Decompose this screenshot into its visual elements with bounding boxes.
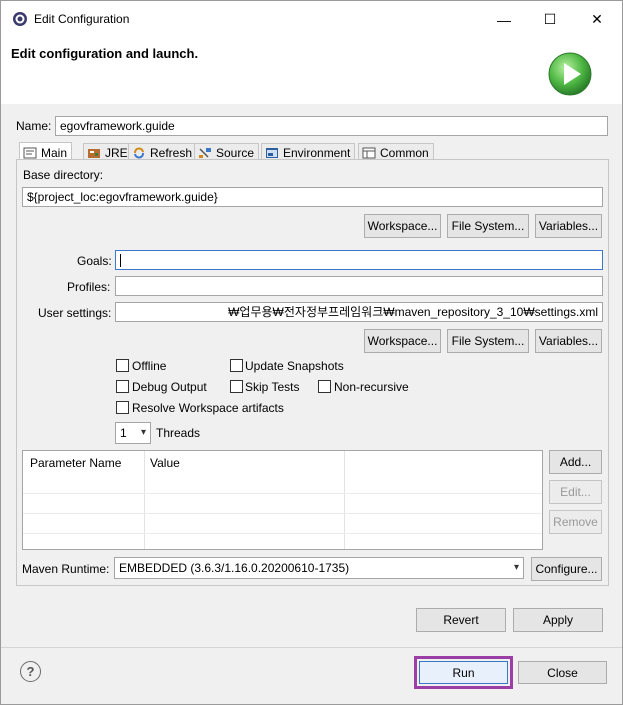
- dialog-header: Edit configuration and launch.: [1, 38, 622, 104]
- goals-field[interactable]: [115, 250, 603, 270]
- name-field[interactable]: egovframework.guide: [55, 116, 608, 136]
- maximize-button[interactable]: ☐: [527, 1, 573, 38]
- debug-output-label: Debug Output: [132, 380, 207, 394]
- apply-button[interactable]: Apply: [513, 608, 603, 632]
- maximize-icon: ☐: [543, 11, 557, 27]
- edit-configuration-dialog: Edit Configuration — ☐ ✕ Edit configurat…: [0, 0, 623, 705]
- profiles-label: Profiles:: [67, 280, 111, 294]
- non-recursive-label: Non-recursive: [334, 380, 409, 394]
- common-icon: [362, 147, 376, 159]
- resolve-workspace-checkbox[interactable]: [116, 401, 129, 414]
- offline-label: Offline: [132, 359, 167, 373]
- update-snapshots-label: Update Snapshots: [245, 359, 344, 373]
- maven-runtime-select[interactable]: EMBEDDED (3.6.3/1.16.0.20200610-1735) ▾: [114, 557, 524, 579]
- minimize-button[interactable]: —: [481, 1, 527, 38]
- configure-button[interactable]: Configure...: [531, 557, 602, 581]
- header-title: Edit configuration and launch.: [11, 46, 199, 61]
- window-title: Edit Configuration: [34, 12, 130, 26]
- row-divider: [23, 493, 542, 494]
- close-icon: ✕: [591, 11, 603, 27]
- goals-label: Goals:: [77, 254, 112, 268]
- help-icon: ?: [26, 664, 35, 679]
- run-launch-icon: [547, 51, 593, 97]
- maven-runtime-label: Maven Runtime:: [22, 562, 110, 576]
- minimize-icon: —: [497, 11, 511, 28]
- jre-icon: [87, 147, 101, 159]
- update-snapshots-checkbox[interactable]: [230, 359, 243, 372]
- environment-icon: [265, 147, 279, 159]
- user-settings-field[interactable]: ₩업무용₩전자정부프레임워크₩maven_repository_3_10₩set…: [115, 302, 603, 322]
- eclipse-app-icon: [12, 11, 28, 27]
- source-icon: [198, 147, 212, 159]
- name-label: Name:: [16, 119, 52, 133]
- remove-parameter-button[interactable]: Remove: [549, 510, 602, 534]
- profiles-field[interactable]: [115, 276, 603, 296]
- resolve-workspace-label: Resolve Workspace artifacts: [132, 401, 284, 415]
- offline-checkbox[interactable]: [116, 359, 129, 372]
- column-divider: [144, 451, 145, 549]
- add-parameter-button[interactable]: Add...: [549, 450, 602, 474]
- workspace-button-2[interactable]: Workspace...: [364, 329, 441, 353]
- skip-tests-label: Skip Tests: [245, 380, 300, 394]
- main-tab-icon: [23, 147, 37, 159]
- maven-runtime-value: EMBEDDED (3.6.3/1.16.0.20200610-1735): [119, 561, 350, 575]
- threads-select[interactable]: 1 ▾: [115, 422, 151, 444]
- workspace-button[interactable]: Workspace...: [364, 214, 441, 238]
- threads-label: Threads: [156, 426, 201, 440]
- text-cursor: [120, 254, 121, 267]
- tab-environment-label: Environment: [283, 146, 351, 160]
- file-system-button-2[interactable]: File System...: [447, 329, 529, 353]
- row-divider: [23, 533, 542, 534]
- chevron-down-icon: ▾: [513, 562, 519, 573]
- run-button[interactable]: Run: [419, 661, 508, 684]
- base-directory-field[interactable]: ${project_loc:egovframework.guide}: [22, 187, 603, 207]
- file-system-button[interactable]: File System...: [447, 214, 529, 238]
- chevron-down-icon: ▾: [140, 427, 146, 438]
- close-window-button[interactable]: ✕: [574, 1, 620, 38]
- non-recursive-checkbox[interactable]: [318, 380, 331, 393]
- tab-jre-label: JRE: [105, 146, 128, 160]
- revert-button[interactable]: Revert: [416, 608, 506, 632]
- tab-source-label: Source: [216, 146, 255, 160]
- help-button[interactable]: ?: [20, 661, 41, 682]
- column-divider: [344, 451, 345, 549]
- tab-refresh-label: Refresh: [150, 146, 193, 160]
- variables-button[interactable]: Variables...: [535, 214, 602, 238]
- user-settings-label: User settings:: [38, 306, 112, 320]
- variables-button-2[interactable]: Variables...: [535, 329, 602, 353]
- parameters-table[interactable]: Parameter Name Value: [22, 450, 543, 550]
- threads-value: 1: [120, 426, 127, 440]
- edit-parameter-button[interactable]: Edit...: [549, 480, 602, 504]
- debug-output-checkbox[interactable]: [116, 380, 129, 393]
- param-value-header: Value: [150, 456, 180, 470]
- base-directory-label: Base directory:: [23, 168, 104, 182]
- title-bar: Edit Configuration — ☐ ✕: [1, 1, 622, 38]
- footer-separator: [1, 647, 622, 648]
- tab-main-label: Main: [41, 145, 68, 160]
- tab-common-label: Common: [380, 146, 429, 160]
- close-button[interactable]: Close: [518, 661, 607, 684]
- row-divider: [23, 513, 542, 514]
- skip-tests-checkbox[interactable]: [230, 380, 243, 393]
- refresh-icon: [132, 147, 146, 159]
- param-name-header: Parameter Name: [30, 456, 122, 470]
